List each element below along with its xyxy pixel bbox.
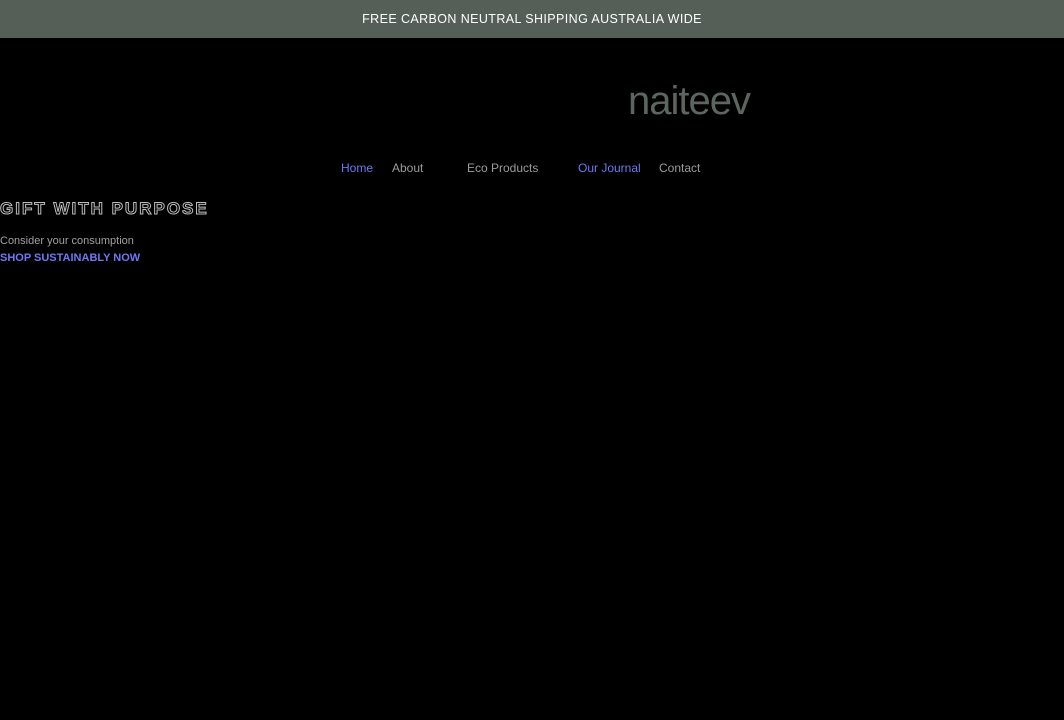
nav-item-home[interactable]: Home	[341, 158, 373, 178]
announcement-text: FREE CARBON NEUTRAL SHIPPING AUSTRALIA W…	[362, 12, 702, 26]
hero-title: GIFT WITH PURPOSE	[0, 199, 209, 219]
main-navigation: Home About Eco Products Our Journal Cont…	[0, 158, 1064, 178]
shop-now-link[interactable]: SHOP SUSTAINABLY NOW	[0, 252, 140, 264]
nav-item-our-journal[interactable]: Our Journal	[578, 158, 641, 178]
nav-item-contact[interactable]: Contact	[659, 158, 700, 178]
announcement-bar: FREE CARBON NEUTRAL SHIPPING AUSTRALIA W…	[0, 0, 1064, 38]
logo-wordmark: naiteev	[628, 79, 751, 123]
nav-item-about[interactable]: About	[392, 158, 423, 178]
hero-subtitle: Consider your consumption	[0, 235, 134, 247]
brand-logo[interactable]: naiteev	[628, 78, 764, 124]
nav-item-eco-products[interactable]: Eco Products	[467, 158, 538, 178]
